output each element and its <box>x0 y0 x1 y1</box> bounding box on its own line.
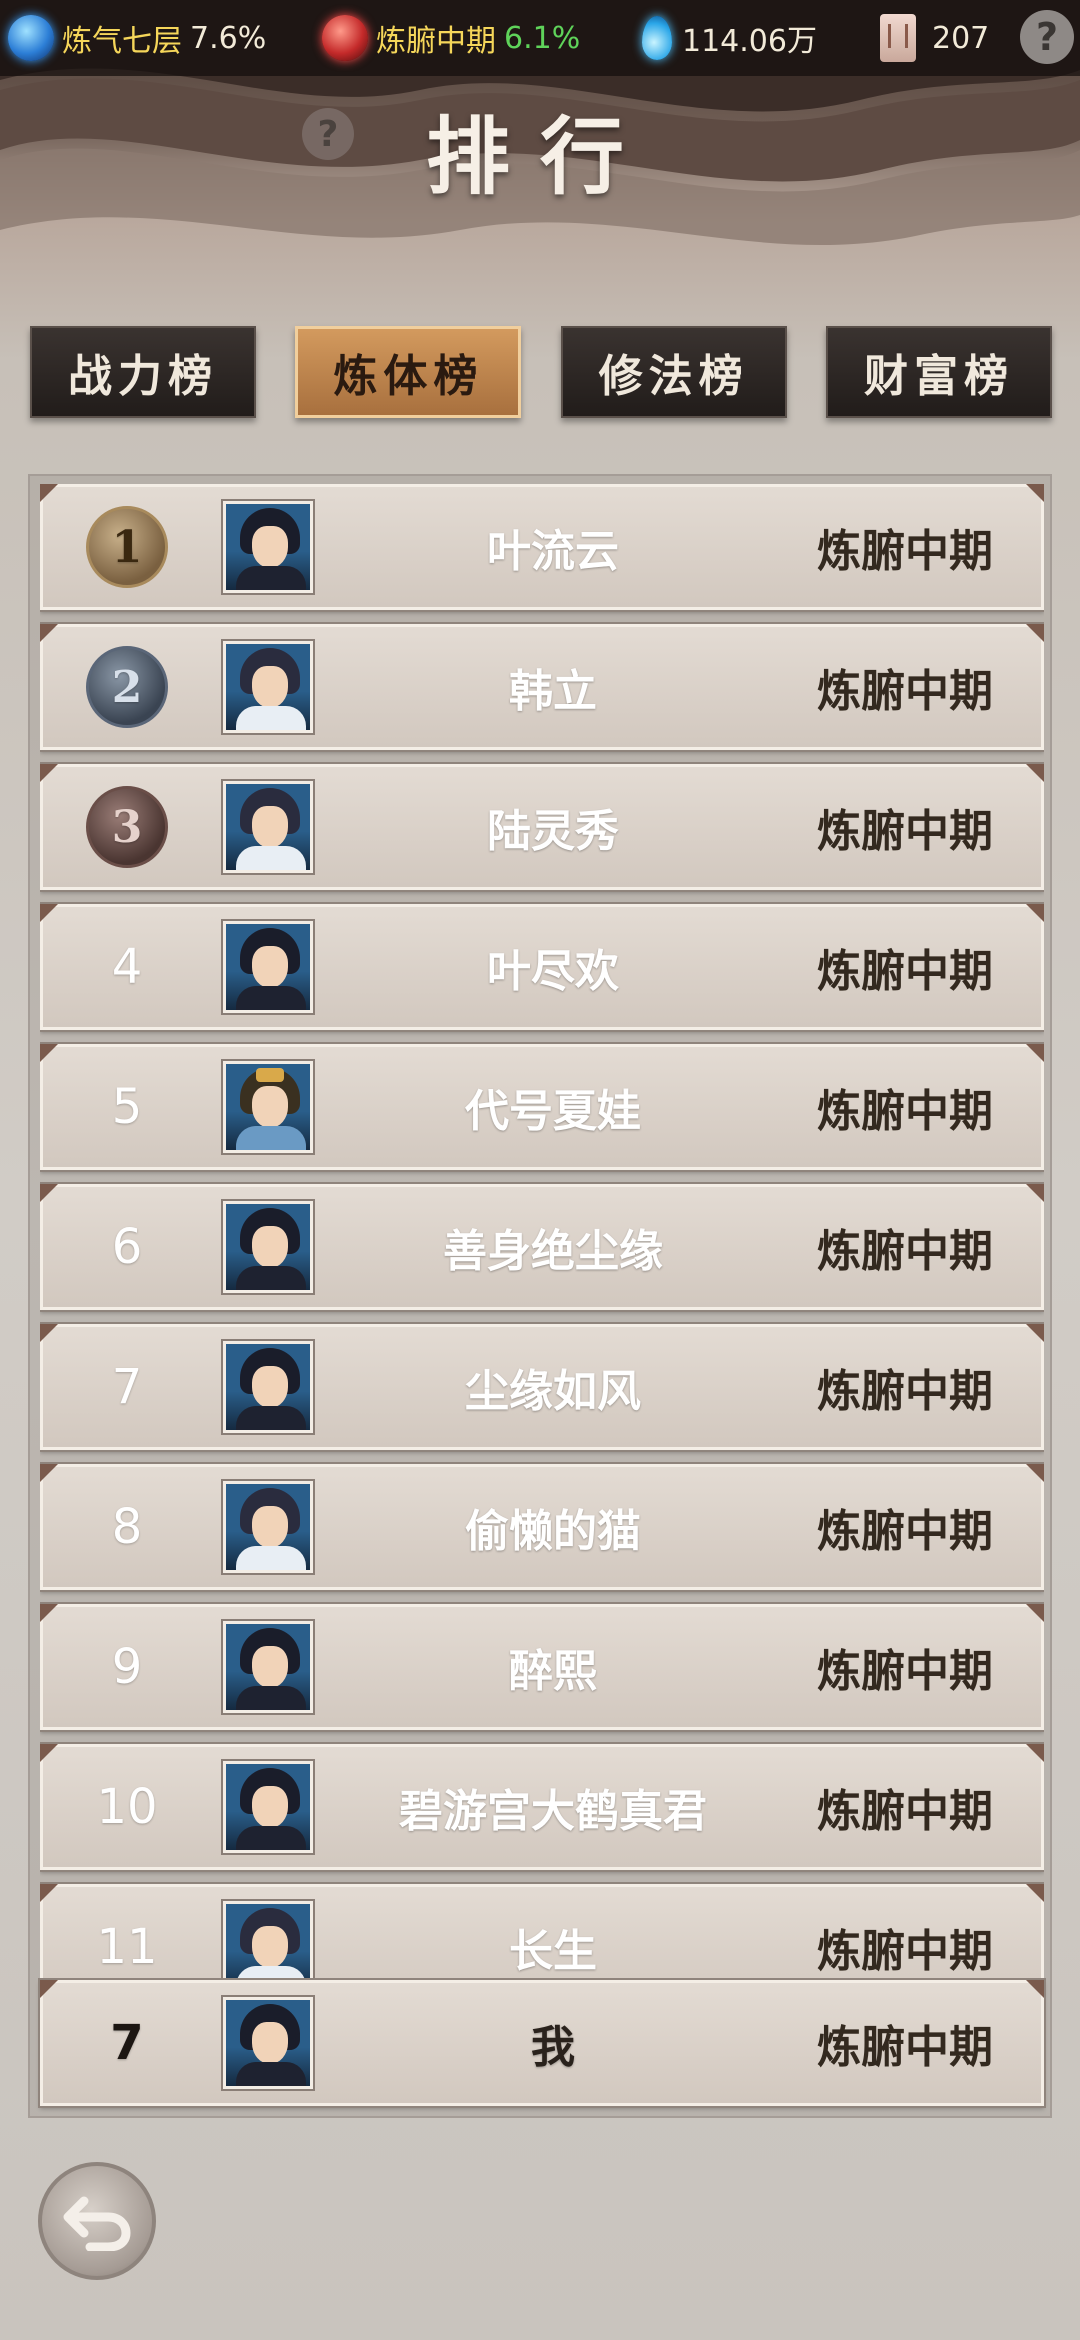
my-realm: 炼腑中期 <box>817 2022 993 2073</box>
spirit-stone-count: 114.06万 <box>682 24 817 59</box>
ranking-row[interactable]: 7 尘缘如风 炼腑中期 <box>40 1322 1044 1452</box>
player-name: 陆灵秀 <box>487 806 619 857</box>
player-name: 韩立 <box>509 666 597 717</box>
back-arrow-icon <box>63 2196 131 2251</box>
ranking-row[interactable]: 1 叶流云 炼腑中期 <box>40 484 1044 612</box>
ranking-tabs: 战力榜 炼体榜 修法榜 财富榜 <box>30 326 1052 418</box>
rank-number: 4 <box>111 939 143 995</box>
player-realm: 炼腑中期 <box>817 1646 993 1697</box>
rank-medal-cell: 2 <box>67 627 187 747</box>
ranking-row[interactable]: 9 醉熙 炼腑中期 <box>40 1602 1044 1732</box>
player-avatar[interactable] <box>221 1899 315 1984</box>
qi-orb-icon <box>8 15 54 61</box>
body-label: 炼腑中期 <box>376 24 496 59</box>
player-name: 长生 <box>509 1926 597 1977</box>
player-realm: 炼腑中期 <box>817 806 993 857</box>
player-realm: 炼腑中期 <box>817 1786 993 1837</box>
ranking-panel: 1 叶流云 炼腑中期 2 韩立 炼腑中期 3 陆灵秀 炼腑中期 4 叶尽欢 炼腑… <box>28 474 1052 2118</box>
cultivation-stat[interactable]: 炼气七层 7.6% <box>8 0 266 76</box>
spirit-stone-stat[interactable]: 114.06万 <box>642 0 817 76</box>
scroll-stat[interactable]: 207 <box>880 0 989 76</box>
player-avatar[interactable] <box>221 1059 315 1155</box>
player-avatar[interactable] <box>221 779 315 875</box>
player-name: 醉熙 <box>509 1646 597 1697</box>
my-ranking-row[interactable]: 7 我 炼腑中期 <box>38 1978 1046 2108</box>
player-realm: 炼腑中期 <box>817 1226 993 1277</box>
player-realm: 炼腑中期 <box>817 1366 993 1417</box>
player-name: 尘缘如风 <box>465 1366 641 1417</box>
body-percent: 6.1% <box>504 20 581 56</box>
rank-number: 11 <box>96 1919 158 1975</box>
ranking-row[interactable]: 10 碧游宫大鹤真君 炼腑中期 <box>40 1742 1044 1872</box>
spirit-stone-icon <box>642 16 672 60</box>
rank-medal-cell: 1 <box>67 487 187 607</box>
player-realm: 炼腑中期 <box>817 666 993 717</box>
body-stat[interactable]: 炼腑中期 6.1% <box>322 0 580 76</box>
page-title: 排行 <box>425 107 654 206</box>
help-button[interactable]: ? <box>1020 10 1074 64</box>
scroll-count: 207 <box>932 20 990 56</box>
body-orb-icon <box>322 15 368 61</box>
player-realm: 炼腑中期 <box>817 1086 993 1137</box>
silver-medal-icon: 2 <box>86 646 168 728</box>
player-name: 碧游宫大鹤真君 <box>399 1786 707 1837</box>
ranking-row[interactable]: 5 代号夏娃 炼腑中期 <box>40 1042 1044 1172</box>
player-avatar[interactable] <box>221 919 315 1015</box>
player-realm: 炼腑中期 <box>817 946 993 997</box>
player-name: 叶尽欢 <box>487 946 619 997</box>
tab-power[interactable]: 战力榜 <box>30 326 256 418</box>
rank-number: 5 <box>111 1079 143 1135</box>
player-realm: 炼腑中期 <box>817 526 993 577</box>
bronze-medal-icon: 3 <box>86 786 168 868</box>
player-avatar[interactable] <box>221 639 315 735</box>
player-name: 叶流云 <box>487 526 619 577</box>
tab-body-refining[interactable]: 炼体榜 <box>295 326 522 418</box>
ranking-row[interactable]: 8 偷懒的猫 炼腑中期 <box>40 1462 1044 1592</box>
rank-medal-cell: 3 <box>67 767 187 887</box>
back-button[interactable] <box>38 2162 156 2280</box>
cultivation-percent: 7.6% <box>190 20 267 56</box>
my-rank-number: 7 <box>110 2015 144 2071</box>
my-name: 我 <box>531 2022 575 2073</box>
ranking-row[interactable]: 4 叶尽欢 炼腑中期 <box>40 902 1044 1032</box>
cultivation-label: 炼气七层 <box>62 24 182 59</box>
player-name: 善身绝尘缘 <box>443 1226 663 1277</box>
my-avatar[interactable] <box>221 1995 315 2091</box>
ranking-list[interactable]: 1 叶流云 炼腑中期 2 韩立 炼腑中期 3 陆灵秀 炼腑中期 4 叶尽欢 炼腑… <box>40 484 1044 1984</box>
tab-spell-cultivation[interactable]: 修法榜 <box>560 326 787 418</box>
player-realm: 炼腑中期 <box>817 1506 993 1557</box>
player-avatar[interactable] <box>221 1479 315 1575</box>
rank-number: 7 <box>111 1359 143 1415</box>
status-bar: 炼气七层 7.6% 炼腑中期 6.1% 114.06万 207 <box>0 0 1080 76</box>
scroll-icon <box>880 14 916 62</box>
rank-number: 9 <box>111 1639 143 1695</box>
player-name: 代号夏娃 <box>465 1086 641 1137</box>
tab-wealth[interactable]: 财富榜 <box>825 326 1052 418</box>
player-avatar[interactable] <box>221 1199 315 1295</box>
player-realm: 炼腑中期 <box>817 1926 993 1977</box>
player-avatar[interactable] <box>221 1619 315 1715</box>
gold-medal-icon: 1 <box>86 506 168 588</box>
rank-number: 10 <box>96 1779 158 1835</box>
ranking-row[interactable]: 3 陆灵秀 炼腑中期 <box>40 762 1044 892</box>
player-avatar[interactable] <box>221 1339 315 1435</box>
rank-number: 8 <box>111 1499 143 1555</box>
ranking-row[interactable]: 6 善身绝尘缘 炼腑中期 <box>40 1182 1044 1312</box>
player-avatar[interactable] <box>221 1759 315 1855</box>
player-name: 偷懒的猫 <box>465 1506 641 1557</box>
ranking-row[interactable]: 11 长生 炼腑中期 <box>40 1882 1044 1984</box>
rank-number: 6 <box>111 1219 143 1275</box>
player-avatar[interactable] <box>221 499 315 595</box>
ranking-row[interactable]: 2 韩立 炼腑中期 <box>40 622 1044 752</box>
